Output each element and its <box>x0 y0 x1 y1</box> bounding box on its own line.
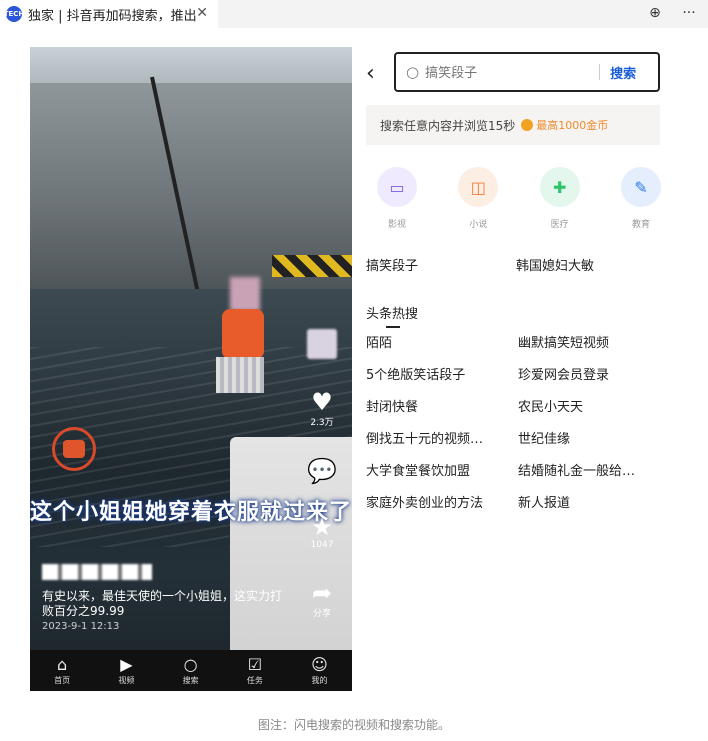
video-person-skirt <box>216 357 264 393</box>
home-icon: ⌂ <box>57 655 68 674</box>
nav-label: 任务 <box>246 676 263 685</box>
video-scene-hazard-stripe <box>272 255 352 277</box>
tab-close-icon[interactable]: ✕ <box>196 5 208 21</box>
hot-search-item[interactable]: 家庭外卖创业的方法 <box>366 495 518 513</box>
globe-icon[interactable]: ⊕ <box>646 4 664 22</box>
comment-icon: 💬 <box>307 457 337 485</box>
browser-tab[interactable]: TECH 独家 | 抖音再加码搜索，推出 ✕ <box>0 0 218 28</box>
hot-search-item[interactable]: 幽默搞笑短视频 <box>518 335 666 353</box>
category-label: 教育 <box>631 220 650 230</box>
video-player[interactable]: 这个小姐姐她穿着衣服就过来了 ♥ 2.3万 💬 ★ 1047 ➦ 分享 有史以来… <box>30 47 352 691</box>
favorite-button[interactable]: ★ 1047 <box>311 514 334 550</box>
category-education[interactable]: ✎ 教育 <box>618 167 664 230</box>
share-button[interactable]: ➦ 分享 <box>312 580 332 619</box>
education-icon: ✎ <box>620 167 661 207</box>
search-reward-banner[interactable]: 搜索任意内容并浏览15秒 最高1000金币 <box>366 105 660 145</box>
search-icon: ○ <box>183 655 198 674</box>
favorite-count: 1047 <box>310 540 334 550</box>
nav-label: 搜索 <box>182 676 199 685</box>
video-side-actions: ♥ 2.3万 💬 ★ 1047 ➦ 分享 <box>302 329 342 619</box>
music-cover <box>63 440 85 458</box>
hot-search-item[interactable]: 封闭快餐 <box>366 399 518 417</box>
share-arrow-icon: ➦ <box>311 579 333 607</box>
nav-label: 我的 <box>311 676 328 685</box>
video-icon: ▭ <box>377 167 417 207</box>
hot-search-item[interactable]: 新人报道 <box>518 495 666 513</box>
browser-tab-bar: TECH 独家 | 抖音再加码搜索，推出 ✕ ⊕ ··· <box>0 0 708 28</box>
hot-search-item[interactable]: 结婚随礼金一般给… <box>518 463 666 481</box>
coin-icon <box>521 119 534 131</box>
hot-search-item[interactable]: 5个绝版笑话段子 <box>366 367 518 385</box>
category-label: 医疗 <box>550 220 569 230</box>
search-input[interactable] <box>425 64 596 80</box>
hot-search-item[interactable]: 大学食堂餐饮加盟 <box>366 463 518 481</box>
category-label: 小说 <box>469 220 488 230</box>
search-divider <box>599 64 601 80</box>
category-shortcuts: ▭ 影视 ◫ 小说 ✚ 医疗 ✎ 教育 <box>374 167 664 230</box>
like-button[interactable]: ♥ 2.3万 <box>310 389 333 428</box>
promo-text: 搜索任意内容并浏览15秒 <box>380 118 516 133</box>
nav-task[interactable]: ☑ 任务 <box>247 655 263 686</box>
nav-video[interactable]: ▶ 视频 <box>118 655 134 686</box>
author-avatar[interactable] <box>307 329 337 359</box>
hot-search-title[interactable]: 头条热搜 <box>366 303 418 322</box>
video-person-blurred-face <box>230 277 260 311</box>
category-video[interactable]: ▭ 影视 <box>374 167 420 230</box>
medical-cross-icon: ✚ <box>539 167 580 207</box>
hot-search-item[interactable]: 农民小天天 <box>518 399 666 417</box>
hot-search-item[interactable]: 珍爱网会员登录 <box>518 367 666 385</box>
video-person-life-vest <box>222 309 264 359</box>
back-arrow-icon[interactable]: ‹ <box>366 61 375 86</box>
tab-title: 独家 | 抖音再加码搜索，推出 <box>28 8 196 24</box>
book-icon: ◫ <box>458 167 499 207</box>
search-page: ‹ ○ 搜索 搜索任意内容并浏览15秒 最高1000金币 ▭ 影视 ◫ 小说 ✚… <box>352 47 678 691</box>
app-bottom-nav: ⌂ 首页 ▶ 视频 ○ 搜索 ☑ 任务 ☺ 我的 <box>30 650 352 691</box>
share-label: 分享 <box>312 609 331 619</box>
nav-search[interactable]: ○ 搜索 <box>183 655 199 686</box>
music-disc-icon[interactable] <box>52 427 96 471</box>
hot-search-item[interactable]: 陌陌 <box>366 335 518 353</box>
category-label: 影视 <box>387 220 406 230</box>
star-icon: ★ <box>311 513 333 541</box>
author-name-blurred[interactable] <box>42 564 152 580</box>
video-scene-sky <box>30 47 352 83</box>
search-icon: ○ <box>406 63 420 81</box>
site-favicon-icon: TECH <box>4 6 24 22</box>
browser-toolbar-right: ⊕ ··· <box>646 4 698 22</box>
hot-search-list: 陌陌 幽默搞笑短视频 5个绝版笑话段子 珍爱网会员登录 封闭快餐 农民小天天 倒… <box>366 335 666 513</box>
play-icon: ▶ <box>120 655 133 674</box>
nav-label: 首页 <box>54 676 71 685</box>
like-count: 2.3万 <box>310 418 334 428</box>
nav-label: 视频 <box>118 676 135 685</box>
promo-reward: 最高1000金币 <box>536 119 609 132</box>
nav-profile[interactable]: ☺ 我的 <box>311 655 328 686</box>
search-button[interactable]: 搜索 <box>610 63 636 82</box>
more-options-icon[interactable]: ··· <box>680 4 698 22</box>
figure-caption: 图注：闪电搜索的视频和搜索功能。 <box>257 718 450 732</box>
hot-search-item[interactable]: 世纪佳缘 <box>518 431 666 449</box>
nav-home[interactable]: ⌂ 首页 <box>54 655 70 686</box>
hot-search-item[interactable]: 倒找五十元的视频… <box>366 431 518 449</box>
video-description: 有史以来，最佳天使的一个小姐姐，这实力打败百分之99.99 <box>42 589 283 618</box>
hot-search-underline <box>386 326 400 328</box>
recent-search-item[interactable]: 搞笑段子 <box>366 255 516 274</box>
recent-searches: 搞笑段子 韩国媳妇大敏 <box>366 255 666 274</box>
video-date: 2023-9-1 12:13 <box>42 621 120 632</box>
search-bar[interactable]: ○ 搜索 <box>394 52 660 92</box>
comment-button[interactable]: 💬 <box>307 458 337 484</box>
task-icon: ☑ <box>247 655 263 674</box>
profile-icon: ☺ <box>311 655 328 674</box>
heart-icon: ♥ <box>311 388 333 416</box>
recent-search-item[interactable]: 韩国媳妇大敏 <box>516 255 666 274</box>
category-medical[interactable]: ✚ 医疗 <box>537 167 583 230</box>
category-novel[interactable]: ◫ 小说 <box>455 167 501 230</box>
